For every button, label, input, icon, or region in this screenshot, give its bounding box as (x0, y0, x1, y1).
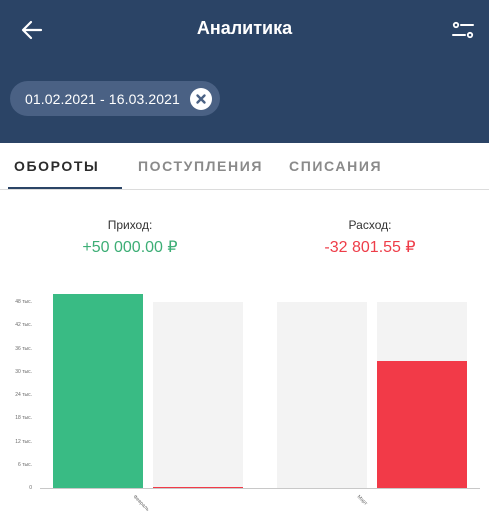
bar-background (277, 302, 367, 488)
tab-expenses[interactable]: СПИСАНИЯ (289, 158, 382, 174)
app-bar: Аналитика 01.02.2021 - 16.03.2021 (0, 0, 489, 143)
tab-bar: ОБОРОТЫ ПОСТУПЛЕНИЯ СПИСАНИЯ (0, 143, 489, 190)
filter-button[interactable] (449, 16, 477, 44)
x-tick-label: Февраль (131, 494, 151, 513)
expense-label: Расход: (348, 218, 392, 232)
date-range-chip[interactable]: 01.02.2021 - 16.03.2021 (10, 81, 220, 116)
clear-date-button[interactable] (189, 87, 212, 110)
y-tick-label: 30 тыс. (15, 368, 32, 375)
y-tick-label: 12 тыс. (15, 438, 32, 445)
y-tick-label: 6 тыс. (18, 461, 32, 468)
sliders-icon (452, 21, 474, 39)
y-tick-label: 36 тыс. (15, 345, 32, 352)
y-tick-label: 18 тыс. (15, 415, 32, 422)
chart-bar[interactable] (53, 294, 143, 488)
tab-income[interactable]: ПОСТУПЛЕНИЯ (138, 158, 263, 174)
x-axis-line (40, 488, 480, 489)
income-value: +50 000.00 ₽ (82, 239, 178, 256)
income-label: Приход: (107, 218, 153, 232)
date-range-label: 01.02.2021 - 16.03.2021 (25, 90, 180, 107)
page-title: Аналитика (196, 18, 293, 38)
turnover-chart: 0 6 тыс. 12 тыс. 18 тыс. 24 тыс. 30 тыс. 36 ты… (0, 290, 489, 518)
y-tick-label: 0 (29, 485, 32, 491)
chart-bar[interactable] (377, 360, 467, 488)
bar-background (153, 302, 243, 488)
y-tick-label: 24 тыс. (15, 392, 32, 398)
y-tick-label: 42 тыс. (15, 322, 32, 329)
arrow-left-icon (21, 20, 43, 40)
expense-value: -32 801.55 ₽ (324, 239, 416, 256)
y-tick-label: 48 тыс. (15, 299, 32, 305)
close-icon (196, 93, 206, 104)
chart-bar[interactable] (153, 486, 243, 488)
tab-turnover[interactable]: ОБОРОТЫ (14, 158, 99, 174)
x-tick-label: Март (355, 494, 369, 507)
back-button[interactable] (18, 16, 46, 44)
active-tab-indicator (8, 187, 122, 189)
